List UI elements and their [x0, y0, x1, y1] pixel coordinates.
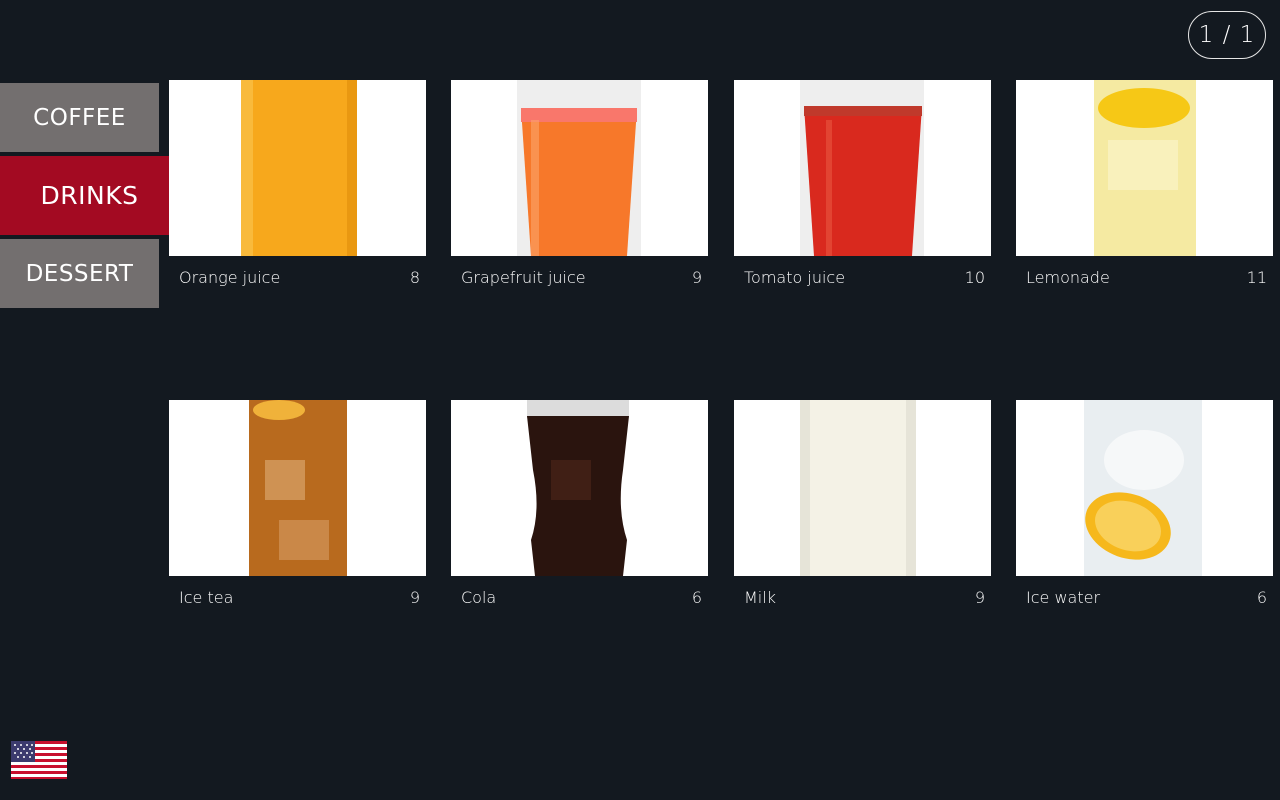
product-price: 6: [691, 587, 702, 607]
product-price: 9: [691, 267, 702, 287]
product-card-milk[interactable]: Milk 9: [734, 400, 991, 618]
product-image: [451, 400, 708, 576]
product-image: [734, 80, 991, 256]
us-flag-icon[interactable]: [11, 741, 67, 779]
category-dessert[interactable]: DESSERT: [0, 239, 159, 308]
product-name: Cola: [461, 587, 497, 607]
product-price: 9: [974, 587, 985, 607]
page-indicator[interactable]: 1 / 1: [1188, 11, 1266, 59]
product-price: 10: [964, 267, 985, 287]
product-image: [169, 80, 426, 256]
product-card-ice-tea[interactable]: Ice tea 9: [169, 400, 426, 618]
product-name: Tomato juice: [744, 267, 846, 287]
product-image: [169, 400, 426, 576]
product-card-lemonade[interactable]: Lemonade 11: [1016, 80, 1273, 298]
product-name: Ice water: [1026, 587, 1101, 607]
category-drinks[interactable]: DRINKS: [0, 156, 179, 235]
product-price: 8: [409, 267, 420, 287]
product-name: Ice tea: [179, 587, 234, 607]
product-price: 6: [1256, 587, 1267, 607]
product-name: Orange juice: [179, 267, 281, 287]
product-price: 9: [409, 587, 420, 607]
product-card-tomato-juice[interactable]: Tomato juice 10: [734, 80, 991, 298]
product-name: Milk: [744, 587, 776, 607]
product-card-grapefruit-juice[interactable]: Grapefruit juice 9: [451, 80, 708, 298]
product-name: Lemonade: [1026, 267, 1110, 287]
product-card-ice-water[interactable]: Ice water 6: [1016, 400, 1273, 618]
category-coffee[interactable]: COFFEE: [0, 83, 159, 152]
product-price: 11: [1246, 267, 1267, 287]
product-image: [1016, 400, 1273, 576]
product-card-orange-juice[interactable]: Orange juice 8: [169, 80, 426, 298]
product-image: [451, 80, 708, 256]
product-image: [1016, 80, 1273, 256]
product-name: Grapefruit juice: [461, 267, 586, 287]
product-card-cola[interactable]: Cola 6: [451, 400, 708, 618]
product-image: [734, 400, 991, 576]
